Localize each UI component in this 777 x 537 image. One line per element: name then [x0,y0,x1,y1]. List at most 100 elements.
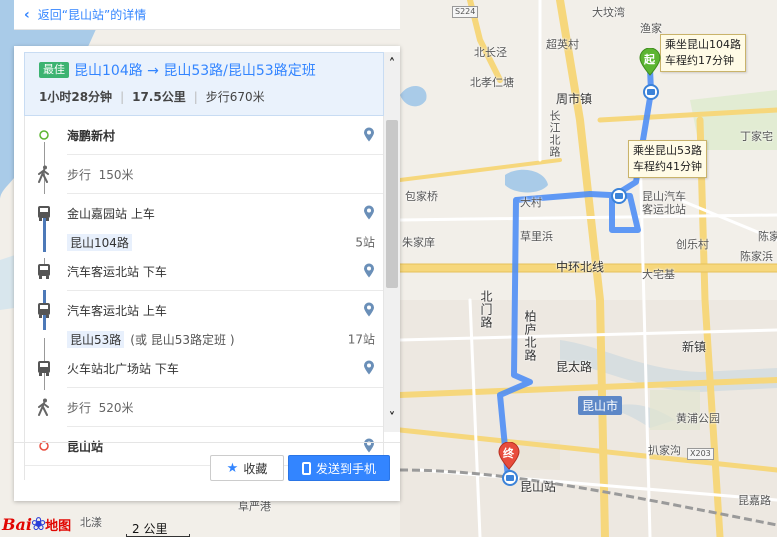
map-label: 黄浦公园 [676,412,720,425]
back-to-station-link[interactable]: ‹ 返回“昆山站”的详情 [14,0,400,30]
route-title: 最佳 昆山104路 → 昆山53路/昆山53路定班 [39,60,373,80]
start-marker-icon[interactable]: 起 [639,47,661,76]
map-label: 北长泾 [474,46,507,59]
map-label: 周市镇 [556,92,593,106]
end-marker-icon[interactable]: 终 [498,441,520,470]
step-board[interactable]: 金山嘉园站 上车 [25,194,383,232]
route-distance: 17.5公里 [132,90,186,104]
meta-separator: | [120,89,125,104]
map-label: 超英村 [546,38,579,51]
map-label: 北门路 [479,290,493,329]
road-badge: S224 [452,6,479,18]
map-label: 昆嘉路 [738,494,771,507]
bus-icon [35,359,53,377]
send-to-phone-label: 发送到手机 [315,461,376,476]
step-alight[interactable]: 汽车客运北站 下车 [25,252,383,290]
map-label: 新镇 [682,340,707,354]
step-walk[interactable]: 步行 520米 [25,388,383,426]
step-alight[interactable]: 火车站北广场站 下车 [25,349,383,387]
location-pin-icon[interactable] [363,205,375,221]
walk-icon [35,398,53,416]
baidu-map-logo[interactable]: Bai ❀ 地图 [2,512,71,537]
meta-separator: | [193,89,198,104]
map-label: 扒家沟 [648,444,681,457]
map-label: 大坟湾 [592,6,625,19]
favorite-button[interactable]: ★ 收藏 [210,455,284,481]
route-detail-scroll-area[interactable]: 最佳 昆山104路 → 昆山53路/昆山53路定班 1小时28分钟 | 17.5… [24,52,384,480]
logo-brand: Bai [2,515,32,534]
callout-line: 乘坐昆山53路 [633,144,702,157]
best-badge: 最佳 [39,62,69,78]
walk-distance: 150米 [98,167,134,182]
favorite-label: 收藏 [243,461,268,476]
scroll-up-icon[interactable]: ˄ [384,56,400,74]
map-scale-bar: 2 公里 [120,520,200,537]
map-label: 创乐村 [676,238,709,251]
bus-stop-icon[interactable] [611,188,627,204]
map-label: 陈家 [758,230,777,243]
panel-scrollbar[interactable]: ˄ ˅ [384,52,400,432]
map-label: 柏庐北路 [523,310,537,362]
location-pin-icon[interactable] [363,127,375,143]
bus-icon [35,262,53,280]
scroll-down-icon[interactable]: ˅ [384,410,400,428]
step-label: 汽车客运北站 上车 [67,303,167,318]
callout-line: 车程约41分钟 [633,160,702,173]
step-label: 火车站北广场站 下车 [67,361,179,376]
route-callout-53: 乘坐昆山53路 车程约41分钟 [628,140,707,178]
callout-line: 车程约17分钟 [665,54,734,67]
bus-line-name[interactable]: 昆山104路 [67,233,132,251]
route-summary[interactable]: 最佳 昆山104路 → 昆山53路/昆山53路定班 1小时28分钟 | 17.5… [24,52,384,116]
callout-line: 乘坐昆山104路 [665,38,741,51]
logo-product: 地图 [45,519,72,534]
stop-count: 5站 [355,235,375,250]
map-label: 包家桥 [405,190,438,203]
step-label: 汽车客运北站 下车 [67,264,167,279]
star-icon: ★ [226,460,239,476]
bus-stop-icon[interactable] [502,470,518,486]
map-label: 中环北线 [556,260,605,274]
paw-icon: ❀ [30,514,47,535]
chevron-left-icon: ‹ [24,6,30,23]
start-marker-label: 起 [644,53,655,66]
map-label: 北漾 [80,516,102,529]
step-label: 金山嘉园站 上车 [67,206,155,221]
map-label: 大村 [520,196,542,209]
step-label: 步行 520米 [67,400,134,415]
road-badge: X203 [687,448,714,460]
map-label: 昆山汽车客运北站 [642,190,686,216]
location-pin-icon[interactable] [363,360,375,376]
map-label: 昆太路 [556,360,593,374]
step-bus-line[interactable]: 昆山53路 (或 昆山53路定班 ) 17站 [25,329,383,349]
route-steps: 海鹏新村 步行 150米 金山嘉园站 上车 昆山104路 5站 汽车客运北站 下… [24,116,384,480]
location-pin-icon[interactable] [363,263,375,279]
bus-icon [35,301,53,319]
route-walk: 步行670米 [205,90,265,104]
bus-line-name[interactable]: 昆山53路 [67,330,125,348]
bus-icon [35,204,53,222]
route-duration: 1小时28分钟 [39,90,113,104]
step-walk[interactable]: 步行 150米 [25,155,383,193]
step-board[interactable]: 汽车客运北站 上车 [25,291,383,329]
map-label: 昆山站 [520,480,557,494]
route-panel: 最佳 昆山104路 → 昆山53路/昆山53路定班 1小时28分钟 | 17.5… [14,46,400,501]
route-title-text: 昆山104路 → 昆山53路/昆山53路定班 [74,63,316,79]
map-label: 渔家 [640,22,662,35]
back-link-label: 返回“昆山站”的详情 [37,8,147,22]
map-label: 丁家宅 [740,130,773,143]
map-label: 草里浜 [520,230,553,243]
panel-footer: ★ 收藏 发送到手机 [14,442,400,501]
bus-stop-icon[interactable] [643,84,659,100]
district-badge: 昆山市 [578,396,623,415]
send-to-phone-button[interactable]: 发送到手机 [288,455,390,481]
phone-icon [301,461,311,475]
step-bus-line[interactable]: 昆山104路 5站 [25,232,383,252]
map-label: 长江北路 [548,110,561,158]
scrollbar-thumb[interactable] [386,120,398,288]
location-pin-icon[interactable] [363,302,375,318]
map-label: 北孝仁塘 [470,76,514,89]
start-dot-icon [35,126,53,144]
stop-count: 17站 [347,332,375,347]
step-label: 海鹏新村 [67,128,116,143]
step-start[interactable]: 海鹏新村 [25,116,383,154]
